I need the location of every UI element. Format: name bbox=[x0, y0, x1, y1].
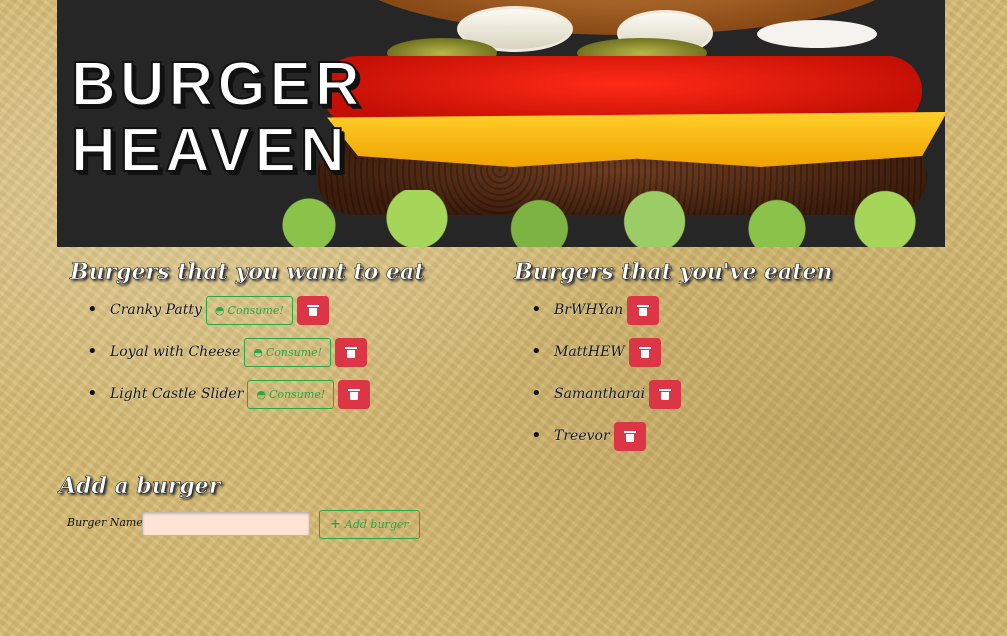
burger-name-input[interactable] bbox=[142, 512, 310, 536]
delete-button[interactable] bbox=[628, 337, 661, 367]
cookie-icon: ◓ bbox=[214, 303, 225, 317]
add-burger-button[interactable]: + Add burger bbox=[319, 510, 420, 539]
trash-icon bbox=[623, 430, 636, 442]
delete-button[interactable] bbox=[338, 379, 371, 409]
delete-button[interactable] bbox=[335, 337, 368, 367]
lettuce-image bbox=[237, 190, 945, 247]
mayo-image bbox=[757, 20, 877, 48]
trash-icon bbox=[348, 388, 361, 400]
delete-button[interactable] bbox=[296, 295, 329, 325]
burger-name: MattHEW bbox=[554, 344, 625, 360]
eaten-heading: Burgers that you've eaten bbox=[514, 259, 833, 286]
burger-name-label: Burger Name: bbox=[67, 516, 147, 529]
site-title: BURGER HEAVEN bbox=[70, 50, 364, 185]
trash-icon bbox=[345, 346, 358, 358]
eaten-list: BrWHYan MattHEW Samantharai Treevor bbox=[531, 289, 682, 457]
consume-label: Consume! bbox=[265, 345, 323, 359]
add-burger-label: Add burger bbox=[344, 518, 409, 531]
hero-banner: BURGER HEAVEN bbox=[57, 0, 945, 247]
trash-icon bbox=[637, 304, 650, 316]
cookie-icon: ◓ bbox=[253, 345, 263, 359]
list-item: Light Castle Slider ◓ Consume! bbox=[87, 373, 371, 415]
list-item: Samantharai bbox=[531, 373, 682, 415]
burger-name: BrWHYan bbox=[554, 302, 624, 318]
consume-button[interactable]: ◓ Consume! bbox=[247, 379, 335, 409]
consume-button[interactable]: ◓ Consume! bbox=[205, 295, 293, 325]
cheese-image bbox=[327, 112, 945, 167]
list-item: Cranky Patty ◓ Consume! bbox=[87, 289, 370, 331]
list-item: Treevor bbox=[531, 415, 681, 457]
consume-button[interactable]: ◓ Consume! bbox=[244, 337, 332, 367]
cookie-icon: ◓ bbox=[256, 387, 267, 401]
burger-name: Loyal with Cheese bbox=[110, 344, 241, 360]
burger-name: Light Castle Slider bbox=[110, 386, 244, 402]
add-burger-heading: Add a burger bbox=[59, 473, 221, 500]
burger-name: Treevor bbox=[554, 428, 610, 444]
burger-name: Cranky Patty bbox=[110, 302, 202, 318]
trash-icon bbox=[306, 304, 319, 316]
delete-button[interactable] bbox=[613, 421, 646, 451]
consume-label: Consume! bbox=[269, 387, 326, 401]
delete-button[interactable] bbox=[649, 379, 682, 409]
trash-icon bbox=[659, 388, 672, 400]
consume-label: Consume! bbox=[227, 303, 284, 317]
delete-button[interactable] bbox=[627, 295, 660, 325]
list-item: Loyal with Cheese ◓ Consume! bbox=[87, 331, 370, 373]
list-item: MattHEW bbox=[531, 331, 681, 373]
trash-icon bbox=[638, 346, 651, 358]
list-item: BrWHYan bbox=[531, 289, 681, 331]
site-title-line2: HEAVEN bbox=[70, 116, 349, 185]
site-title-line1: BURGER bbox=[70, 50, 364, 119]
burger-name: Samantharai bbox=[554, 386, 646, 402]
to-eat-heading: Burgers that you want to eat bbox=[70, 259, 425, 286]
plus-icon: + bbox=[330, 517, 341, 532]
to-eat-list: Cranky Patty ◓ Consume! Loyal with Chees… bbox=[87, 289, 371, 415]
